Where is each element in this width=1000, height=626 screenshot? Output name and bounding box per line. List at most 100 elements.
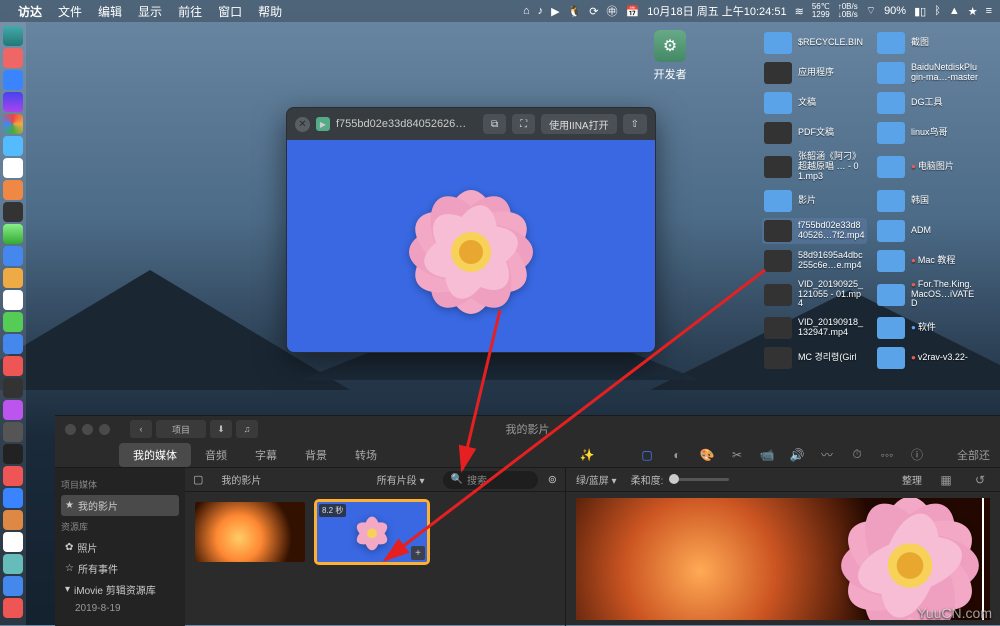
overlay-mode-dropdown[interactable]: 绿/蓝屏 ▾ [576,472,617,487]
dock-app[interactable] [3,224,23,244]
quicklook-preview[interactable] [287,140,655,353]
tab-transitions[interactable]: 转场 [341,443,391,467]
tab-backgrounds[interactable]: 背景 [291,443,341,467]
desktop-item[interactable]: VID_20190925_121055 - 01.mp4 [762,278,867,312]
dock-app[interactable] [3,246,23,266]
playhead[interactable] [982,498,984,620]
menu-file[interactable]: 文件 [58,3,82,20]
sidebar-item-movie[interactable]: ★我的影片 [61,495,179,516]
stabilize-icon[interactable]: 📹 [757,447,777,463]
info-icon[interactable]: ⓘ [907,447,927,463]
dock-app[interactable] [3,488,23,508]
minimize-button[interactable] [82,424,93,435]
battery-icon[interactable]: ▮▯ [914,5,926,18]
date-time[interactable]: 10月18日 周五 上午10:24:51 [647,3,786,19]
project-dropdown[interactable]: 项目 [156,420,206,438]
dock-app[interactable] [3,400,23,420]
desktop-item[interactable]: 电脑图片 [875,150,980,184]
desktop-item[interactable]: 影片 [762,188,867,214]
desktop-item[interactable]: VID_20190918_132947.mp4 [762,315,867,341]
desktop-item[interactable]: 软件 [875,315,980,341]
enhance-icon[interactable]: ✨ [577,447,597,463]
app-menu[interactable]: 访达 [18,3,42,20]
clip-fire[interactable] [195,502,305,562]
dock-app[interactable] [3,334,23,354]
list-title[interactable]: 我的影片 [213,470,269,489]
dock-app[interactable] [3,136,23,156]
desktop-item[interactable]: For.The.King.MacOS…iVATED [875,278,980,312]
clip-flower[interactable]: 8.2 秒 + [317,502,427,562]
settings-icon[interactable]: ⊚ [548,473,557,486]
add-clip-button[interactable]: + [411,546,425,560]
qq-icon[interactable]: 🐧 [568,5,582,18]
sidebar-item-imovie-lib[interactable]: ▾iMovie 剪辑资源库 [61,579,179,600]
softness-slider[interactable] [669,478,729,481]
dock-app[interactable] [3,70,23,90]
desktop-folder-dev[interactable]: ⚙ 开发者 [640,30,700,82]
dock-app[interactable] [3,598,23,618]
share-button[interactable]: ⇧ [623,114,647,134]
open-with-button[interactable]: 使用IINA打开 [541,114,616,134]
sidebar-item-date[interactable]: 2019-8-19 [61,600,179,617]
calendar-icon[interactable]: 📅 [625,5,639,18]
desktop-item[interactable]: PDF文稿 [762,120,867,146]
dock-app[interactable] [3,554,23,574]
fullscreen-button[interactable]: ⛶ [512,114,535,134]
all-more[interactable]: 全部还 [957,447,990,463]
desktop-item[interactable]: 58d91695a4dbc255c6e…e.mp4 [762,248,867,274]
list-icon[interactable]: ▢ [193,473,203,486]
desktop-item[interactable]: linux鸟哥 [875,120,980,146]
dock-app[interactable] [3,158,23,178]
dock-app[interactable] [3,444,23,464]
preview-viewport[interactable] [576,498,990,620]
desktop-item[interactable]: ADM [875,218,980,244]
wifi-icon[interactable]: ⌔ [866,4,876,18]
dock-app[interactable] [3,532,23,552]
dock-app[interactable] [3,422,23,442]
tab-titles[interactable]: 字幕 [241,443,291,467]
audio-button[interactable]: ♫ [236,420,258,438]
bluetooth-icon[interactable]: ᛒ [934,5,941,17]
desktop-item[interactable]: 文稿 [762,90,867,116]
list-icon[interactable]: ≡ [986,5,992,17]
back-button[interactable]: ‹ [130,420,152,438]
desktop-item[interactable]: DG工具 [875,90,980,116]
dock-app[interactable] [3,290,23,310]
desktop-item[interactable]: 截图 [875,30,980,56]
reset-icon[interactable]: ↺ [970,472,990,488]
desktop-item[interactable]: Mac 教程 [875,248,980,274]
filter-icon[interactable]: ◦◦◦ [877,447,897,463]
lang-icon[interactable]: ㊥ [606,3,617,19]
close-icon[interactable]: ✕ [295,117,310,132]
close-button[interactable] [65,424,76,435]
menu-help[interactable]: 帮助 [258,3,282,20]
dock-app[interactable] [3,180,23,200]
noise-icon[interactable]: 〰 [817,447,837,463]
sensor-icon[interactable]: ≋ [795,5,804,18]
clips-filter-dropdown[interactable]: 所有片段 ▾ [369,470,433,489]
sync-icon[interactable]: ⟳ [589,5,598,18]
speed-icon[interactable]: ⏱ [847,447,867,463]
dock-app[interactable] [3,202,23,222]
desktop-item[interactable]: 韩国 [875,188,980,214]
star-icon[interactable]: ★ [968,5,978,18]
volume-icon[interactable]: 🔊 [787,447,807,463]
desktop-item[interactable]: 张韶涵《阿刁》超越原唱 … - 01.mp3 [762,150,867,184]
sidebar-item-photos[interactable]: ✿照片 [61,537,179,558]
dock-app[interactable] [3,26,23,46]
dock-app[interactable] [3,378,23,398]
menu-window[interactable]: 窗口 [218,3,242,20]
overlay-icon[interactable]: ▢ [637,447,657,463]
battery-pct[interactable]: 90% [884,5,906,17]
status-icon[interactable]: ⌂ [523,5,530,17]
sidebar-item-events[interactable]: ☆所有事件 [61,558,179,579]
airplay-icon[interactable]: ▲ [949,5,960,17]
crop-icon[interactable]: ✂ [727,447,747,463]
dock-app[interactable] [3,268,23,288]
desktop-item[interactable]: BaiduNetdiskPlugin-ma…-master [875,60,980,86]
zoom-button[interactable] [99,424,110,435]
color-correct-icon[interactable]: 🎨 [697,447,717,463]
dock-app[interactable] [3,356,23,376]
tab-audio[interactable]: 音频 [191,443,241,467]
dock-app[interactable] [3,312,23,332]
